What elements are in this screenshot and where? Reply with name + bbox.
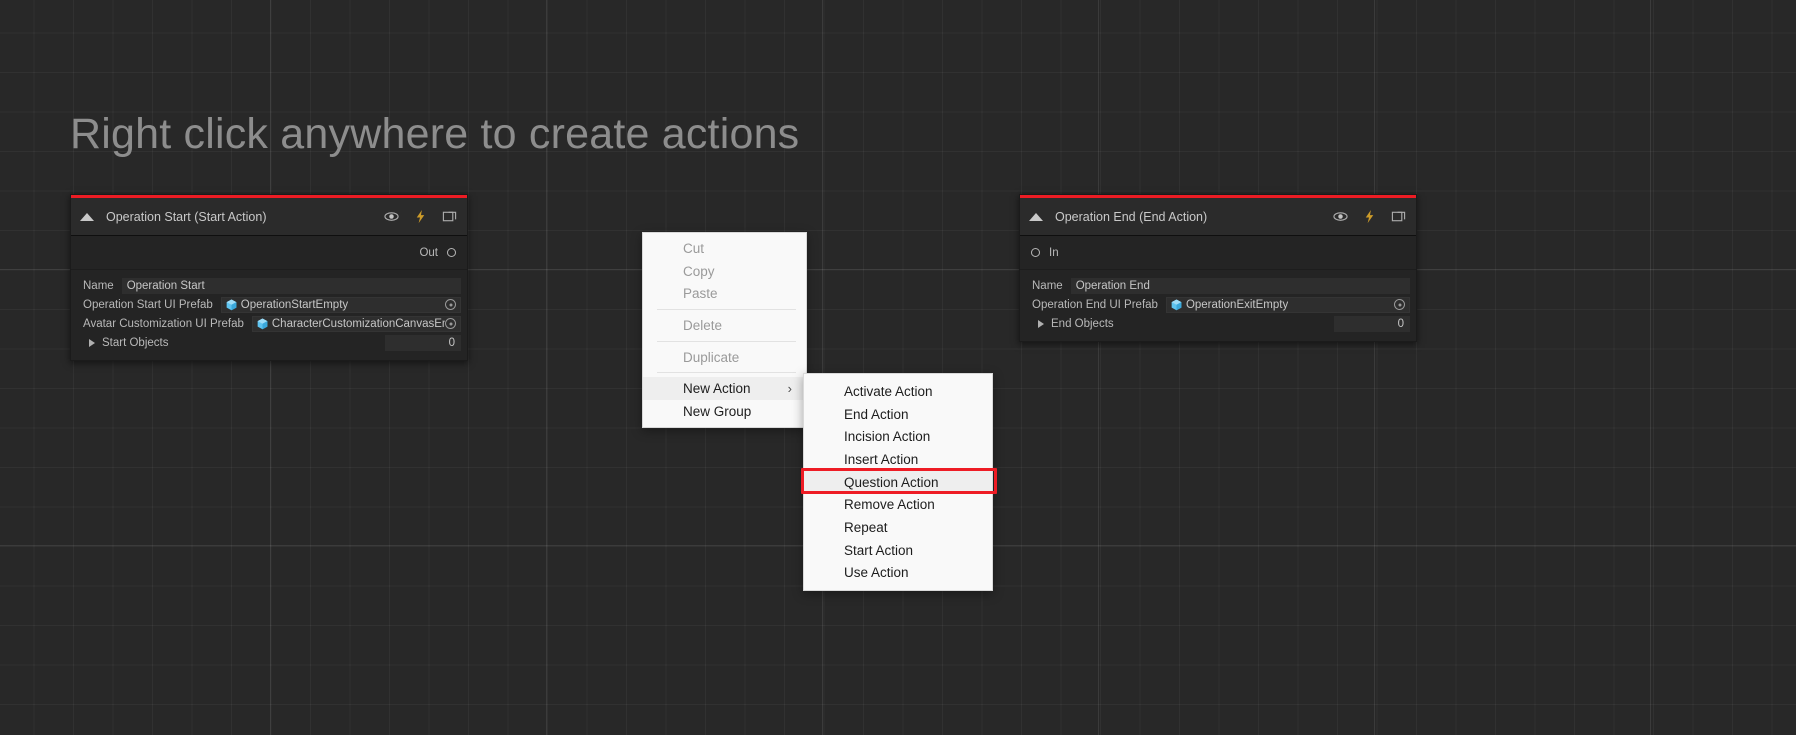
submenu-item-activate-action[interactable]: Activate Action: [804, 380, 992, 403]
submenu-item-question-action[interactable]: Question Action: [804, 471, 992, 494]
object-field[interactable]: OperationExitEmpty: [1166, 297, 1410, 313]
menu-item-label: Activate Action: [844, 384, 933, 399]
menu-item-duplicate: Duplicate: [643, 346, 806, 369]
menu-item-label: Remove Action: [844, 497, 935, 512]
submenu-item-insert-action[interactable]: Insert Action: [804, 448, 992, 471]
node-port-out[interactable]: Out: [71, 236, 467, 270]
menu-item-label: Incision Action: [844, 429, 930, 444]
name-input-value: Operation End: [1076, 280, 1150, 292]
menu-item-copy: Copy: [643, 260, 806, 283]
menu-item-label: Start Action: [844, 543, 913, 558]
object-picker-icon[interactable]: [445, 318, 456, 329]
new-action-submenu[interactable]: Activate Action End Action Incision Acti…: [803, 373, 993, 591]
property-row-name[interactable]: Name Operation End: [1020, 276, 1416, 295]
collapse-triangle-icon[interactable]: [1029, 213, 1043, 221]
node-properties: Name Operation Start Operation Start UI …: [71, 270, 467, 360]
menu-item-label: Use Action: [844, 565, 909, 580]
node-graph-editor: Right click anywhere to create actions O…: [0, 0, 1796, 735]
prefab-cube-icon: [1171, 299, 1182, 311]
foldout-count[interactable]: 0: [1334, 316, 1410, 332]
submenu-item-incision-action[interactable]: Incision Action: [804, 425, 992, 448]
menu-item-label: Question Action: [844, 475, 939, 490]
property-row-name[interactable]: Name Operation Start: [71, 276, 467, 295]
eye-icon[interactable]: [384, 209, 399, 224]
lightning-icon[interactable]: [413, 209, 428, 224]
port-dot-out[interactable]: [447, 248, 456, 257]
menu-separator: [657, 341, 796, 342]
node-operation-start[interactable]: Operation Start (Start Action) Out: [70, 194, 468, 361]
submenu-item-use-action[interactable]: Use Action: [804, 562, 992, 585]
canvas-hint-text: Right click anywhere to create actions: [70, 110, 799, 159]
foldout-end-objects[interactable]: End Objects 0: [1020, 314, 1416, 333]
node-header-icons: [384, 209, 457, 224]
node-header[interactable]: Operation End (End Action): [1020, 198, 1416, 236]
port-dot-in[interactable]: [1031, 248, 1040, 257]
menu-item-label: Delete: [683, 318, 722, 333]
node-header[interactable]: Operation Start (Start Action): [71, 198, 467, 236]
menu-item-label: End Action: [844, 407, 909, 422]
prefab-cube-icon: [257, 318, 268, 330]
menu-item-label: Paste: [683, 286, 718, 301]
menu-item-label: Duplicate: [683, 350, 739, 365]
submenu-item-start-action[interactable]: Start Action: [804, 539, 992, 562]
menu-item-label: Insert Action: [844, 452, 918, 467]
submenu-item-end-action[interactable]: End Action: [804, 403, 992, 426]
node-operation-end[interactable]: Operation End (End Action) In: [1019, 194, 1417, 342]
detach-icon[interactable]: [442, 209, 457, 224]
property-label: Operation End UI Prefab: [1032, 299, 1158, 311]
node-properties: Name Operation End Operation End UI Pref…: [1020, 270, 1416, 341]
foldout-triangle-icon[interactable]: [1038, 320, 1044, 328]
object-picker-icon[interactable]: [1394, 299, 1405, 310]
menu-item-label: Cut: [683, 241, 704, 256]
property-row-start-ui-prefab[interactable]: Operation Start UI Prefab OperationStart…: [71, 295, 467, 314]
menu-separator: [657, 372, 796, 373]
detach-icon[interactable]: [1391, 209, 1406, 224]
name-input[interactable]: Operation End: [1071, 278, 1410, 294]
prefab-cube-icon: [226, 299, 237, 311]
menu-item-label: New Action: [683, 381, 751, 396]
menu-item-delete: Delete: [643, 314, 806, 337]
lightning-icon[interactable]: [1362, 209, 1377, 224]
submenu-item-remove-action[interactable]: Remove Action: [804, 493, 992, 516]
property-row-avatar-ui-prefab[interactable]: Avatar Customization UI Prefab Character…: [71, 314, 467, 333]
property-label: Name: [1032, 280, 1063, 292]
foldout-label: Start Objects: [102, 337, 168, 349]
foldout-triangle-icon[interactable]: [89, 339, 95, 347]
menu-item-label: New Group: [683, 404, 751, 419]
node-port-in[interactable]: In: [1020, 236, 1416, 270]
context-menu[interactable]: Cut Copy Paste Delete Duplicate New Acti…: [642, 232, 807, 428]
menu-separator: [657, 309, 796, 310]
object-picker-icon[interactable]: [445, 299, 456, 310]
node-header-icons: [1333, 209, 1406, 224]
property-label: Operation Start UI Prefab: [83, 299, 213, 311]
node-title: Operation End (End Action): [1055, 210, 1333, 224]
foldout-count[interactable]: 0: [385, 335, 461, 351]
chevron-right-icon: ›: [766, 382, 792, 395]
object-field-value: OperationStartEmpty: [241, 299, 348, 311]
menu-item-label: Repeat: [844, 520, 888, 535]
property-row-end-ui-prefab[interactable]: Operation End UI Prefab OperationExitEmp…: [1020, 295, 1416, 314]
menu-item-new-action[interactable]: New Action ›: [643, 377, 806, 400]
property-label: Avatar Customization UI Prefab: [83, 318, 244, 330]
port-label: Out: [419, 247, 438, 259]
foldout-start-objects[interactable]: Start Objects 0: [71, 333, 467, 352]
object-field[interactable]: OperationStartEmpty: [221, 297, 461, 313]
menu-item-label: Copy: [683, 264, 715, 279]
name-input-value: Operation Start: [127, 280, 205, 292]
port-label: In: [1049, 247, 1059, 259]
property-label: Name: [83, 280, 114, 292]
object-field-value: OperationExitEmpty: [1186, 299, 1288, 311]
menu-item-cut: Cut: [643, 237, 806, 260]
eye-icon[interactable]: [1333, 209, 1348, 224]
node-title: Operation Start (Start Action): [106, 210, 384, 224]
object-field[interactable]: CharacterCustomizationCanvasEmp: [252, 316, 461, 332]
submenu-item-repeat[interactable]: Repeat: [804, 516, 992, 539]
collapse-triangle-icon[interactable]: [80, 213, 94, 221]
menu-item-paste: Paste: [643, 282, 806, 305]
menu-item-new-group[interactable]: New Group: [643, 400, 806, 423]
object-field-value: CharacterCustomizationCanvasEmp: [272, 318, 445, 330]
name-input[interactable]: Operation Start: [122, 278, 461, 294]
foldout-label: End Objects: [1051, 318, 1114, 330]
